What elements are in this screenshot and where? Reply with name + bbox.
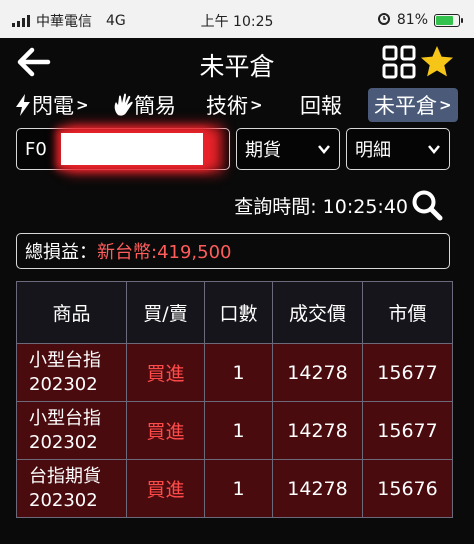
product-select[interactable]: 期貨 (236, 128, 340, 170)
qty-cell: 1 (204, 401, 273, 460)
chevron-down-icon (318, 145, 330, 154)
redacted-account (61, 133, 203, 165)
price-cell: 14278 (272, 401, 363, 460)
product-cell: 台指期貨 202302 (16, 459, 127, 518)
hand-icon (114, 93, 133, 116)
header-market: 市價 (362, 281, 453, 344)
total-pnl: 總損益： 新台幣:419,500 (16, 233, 450, 269)
table-row[interactable]: 小型台指 202302 買進 1 14278 15677 (16, 343, 453, 402)
chevron-down-icon (428, 145, 440, 154)
table-row[interactable]: 台指期貨 202302 買進 1 14278 15676 (16, 459, 453, 518)
query-time-row: 查詢時間: 10:25:40 (0, 188, 474, 222)
filter-row: F0 期貨 明細 (0, 128, 474, 172)
qty-cell: 1 (204, 459, 273, 518)
detail-select-value: 明細 (355, 140, 391, 161)
tab-simple[interactable]: 簡易 (112, 88, 176, 122)
chevron-right-icon: > (76, 96, 89, 114)
product-name: 小型台指 (29, 349, 101, 371)
tab-technical-label: 技術 (206, 94, 248, 118)
side-cell: 買進 (126, 343, 205, 402)
favorite-button[interactable] (418, 43, 456, 81)
tab-lightning-label: 閃電 (32, 94, 74, 118)
positions-table: 商品 買/賣 口數 成交價 市價 小型台指 202302 買進 1 14278 1… (16, 281, 453, 518)
tab-technical[interactable]: 技術 > (206, 88, 263, 122)
status-bar: 中華電信 4G 上午 10:25 81% (0, 0, 474, 38)
tab-simple-label: 簡易 (134, 94, 176, 118)
battery-icon (434, 13, 463, 27)
total-pnl-label: 總損益： (25, 242, 97, 263)
tab-lightning[interactable]: 閃電 > (14, 88, 89, 122)
market-cell: 15676 (362, 459, 453, 518)
alarm-icon (377, 11, 391, 29)
market-cell: 15677 (362, 401, 453, 460)
detail-select[interactable]: 明細 (346, 128, 450, 170)
product-name: 小型台指 (29, 407, 101, 429)
product-cell: 小型台指 202302 (16, 401, 127, 460)
price-cell: 14278 (272, 459, 363, 518)
function-tabs: 閃電 > 簡易 技術 > 回報 未平倉 > (0, 88, 474, 124)
header-side: 買/賣 (126, 281, 205, 344)
side-cell: 買進 (126, 459, 205, 518)
query-time-value: 10:25:40 (322, 196, 408, 218)
product-contract: 202302 (29, 489, 98, 511)
tab-open-positions-label: 未平倉 (374, 94, 437, 118)
chevron-right-icon: > (250, 96, 263, 114)
lightning-icon (16, 94, 30, 116)
header-product: 商品 (16, 281, 127, 344)
account-select[interactable]: F0 (16, 128, 230, 170)
qty-cell: 1 (204, 343, 273, 402)
chevron-right-icon: > (439, 96, 452, 114)
grid-menu-button[interactable] (382, 45, 416, 79)
grid-icon (382, 45, 416, 79)
table-row[interactable]: 小型台指 202302 買進 1 14278 15677 (16, 401, 453, 460)
search-icon (412, 190, 443, 221)
table-header-row: 商品 買/賣 口數 成交價 市價 (16, 281, 453, 344)
total-pnl-value: 新台幣:419,500 (97, 242, 232, 263)
tab-report-label: 回報 (300, 94, 342, 118)
star-icon (421, 46, 453, 77)
market-cell: 15677 (362, 343, 453, 402)
side-cell: 買進 (126, 401, 205, 460)
price-cell: 14278 (272, 343, 363, 402)
product-name: 台指期貨 (29, 465, 101, 487)
status-right: 81% (377, 11, 463, 29)
battery-percent: 81% (396, 12, 428, 28)
query-time: 查詢時間: 10:25:40 (234, 192, 408, 219)
query-time-label: 查詢時間: (234, 196, 317, 218)
search-button[interactable] (410, 188, 444, 222)
product-cell: 小型台指 202302 (16, 343, 127, 402)
account-prefix: F0 (25, 138, 47, 160)
product-select-value: 期貨 (245, 140, 281, 161)
header-qty: 口數 (204, 281, 273, 344)
product-contract: 202302 (29, 373, 98, 395)
product-contract: 202302 (29, 431, 98, 453)
header-price: 成交價 (272, 281, 363, 344)
header: 未平倉 (0, 38, 474, 86)
tab-report[interactable]: 回報 (300, 88, 342, 122)
tab-open-positions[interactable]: 未平倉 > (368, 88, 458, 122)
